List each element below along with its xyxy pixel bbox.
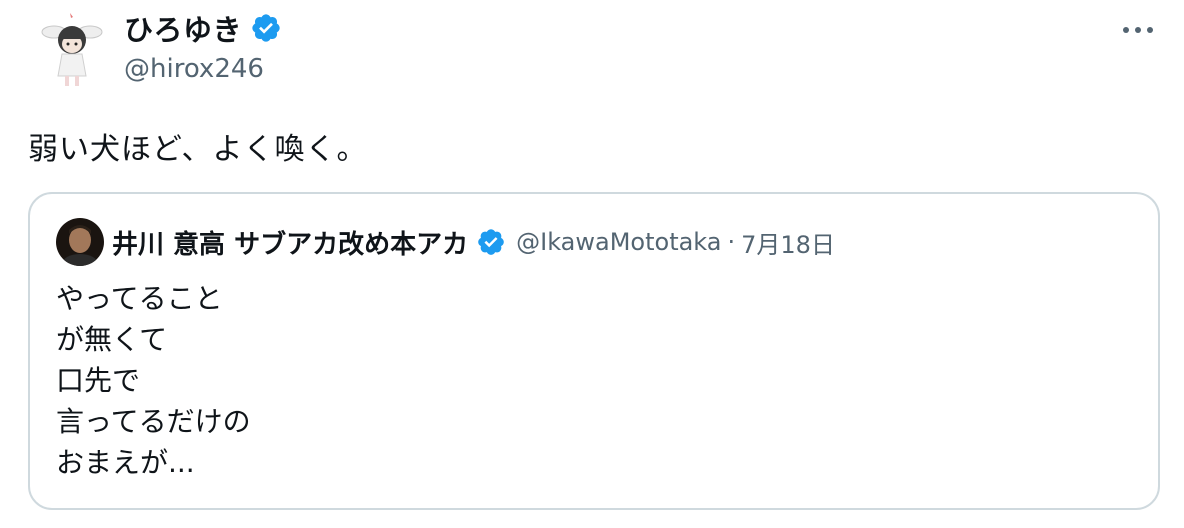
- quoted-display-name[interactable]: 井川 意高 サブアカ改め本アカ: [112, 224, 468, 261]
- quoted-text: やってること が無くて 口先で 言ってるだけの おまえが...: [56, 278, 251, 483]
- author-name-row: ひろゆき: [124, 8, 282, 48]
- avatar-illustration: [32, 10, 112, 90]
- quoted-verified-badge-icon: [478, 229, 504, 255]
- quoted-handle[interactable]: @IkawaMototaka: [516, 228, 721, 256]
- verified-badge-icon: [252, 14, 280, 42]
- quoted-avatar-photo: [56, 218, 104, 266]
- quoted-text-line: 言ってるだけの: [56, 405, 251, 438]
- quoted-author-avatar[interactable]: [56, 218, 104, 266]
- author-handle[interactable]: @hirox246: [124, 54, 282, 84]
- tweet-text: 弱い犬ほど、よく喚く。: [28, 132, 368, 167]
- quoted-separator: ·: [727, 228, 736, 256]
- quoted-date[interactable]: 7月18日: [741, 225, 835, 260]
- author-avatar[interactable]: [32, 10, 112, 90]
- more-options-icon[interactable]: [1120, 20, 1156, 40]
- quoted-tweet[interactable]: 井川 意高 サブアカ改め本アカ @IkawaMototaka · 7月18日 や…: [28, 192, 1160, 510]
- quoted-text-line: おまえが...: [56, 446, 195, 479]
- author-header: ひろゆき @hirox246: [124, 8, 282, 84]
- quoted-text-line: 口先で: [56, 364, 141, 397]
- tweet-card: ひろゆき @hirox246 弱い犬ほど、よく喚く。 井川 意高 サブアカ改め本…: [0, 0, 1184, 528]
- quoted-header: 井川 意高 サブアカ改め本アカ @IkawaMototaka · 7月18日: [112, 222, 835, 262]
- quoted-text-line: やってること: [56, 282, 223, 315]
- author-display-name[interactable]: ひろゆき: [124, 7, 242, 49]
- quoted-text-line: が無くて: [56, 323, 168, 356]
